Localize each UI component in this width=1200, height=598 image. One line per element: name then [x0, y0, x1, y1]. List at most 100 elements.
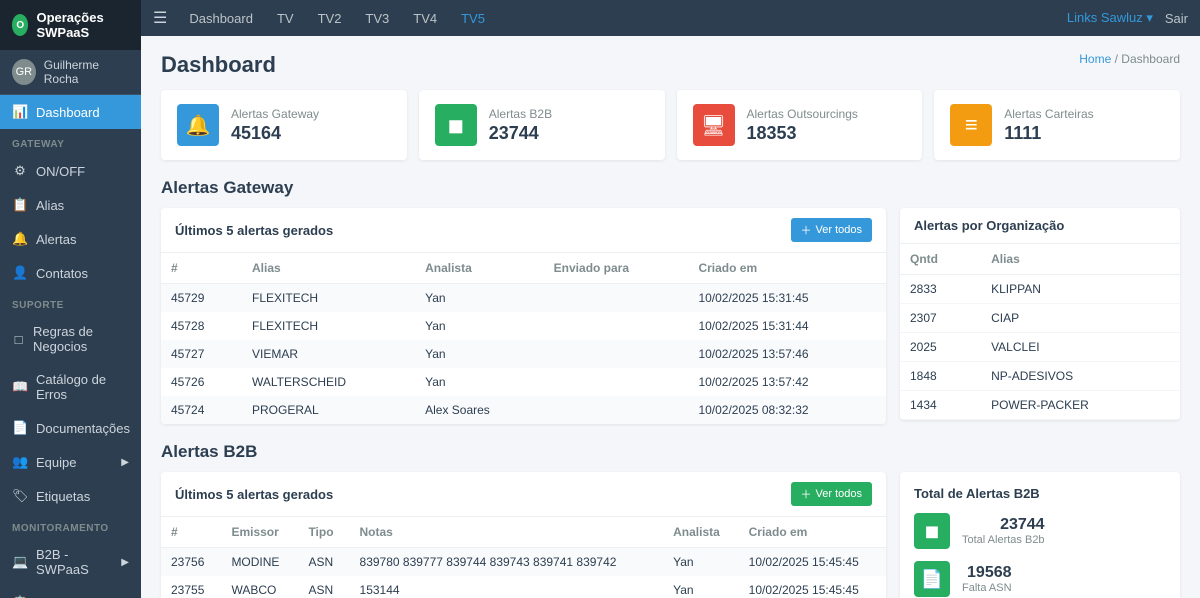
gateway-table-title: Últimos 5 alertas gerados [175, 223, 333, 238]
cell-alias: WALTERSCHEID [242, 368, 415, 396]
list-item: 1434 POWER-PACKER [900, 391, 1180, 420]
sidebar-item-regras[interactable]: □ Regras de Negocios [0, 315, 141, 363]
main-content: ☰ Dashboard TV TV2 TV3 TV4 TV5 Links Saw… [141, 0, 1200, 598]
stat-value-gateway: 45164 [231, 123, 319, 144]
org-alias: POWER-PACKER [981, 391, 1180, 420]
cell-id: 45727 [161, 340, 242, 368]
stat-label-carteiras: Alertas Carteiras [1004, 107, 1093, 121]
b2b-arrow-icon: ▶ [121, 557, 129, 568]
avatar: GR [12, 59, 36, 85]
sidebar-item-b2b[interactable]: 💻 B2B - SWPaaS ▶ [0, 538, 141, 586]
cell-b2b-id: 23755 [161, 576, 221, 598]
sidebar-item-carteiras[interactable]: 📋 Carteiras [0, 586, 141, 598]
cell-b2b-analista: Yan [663, 576, 739, 598]
b2b-icon: 💻 [12, 554, 28, 570]
stat-icon-gateway: 🔔 [177, 104, 219, 146]
sidebar-item-dashboard[interactable]: 📊 Dashboard [0, 95, 141, 129]
sidebar-item-onoff[interactable]: ⚙ ON/OFF [0, 154, 141, 188]
org-col-alias: Alias [981, 244, 1180, 275]
org-alias: VALCLEI [981, 333, 1180, 362]
cell-enviado [544, 396, 689, 424]
b2b-card-header: Últimos 5 alertas gerados ＋ Ver todos [161, 472, 886, 517]
org-title: Alertas por Organização [914, 218, 1064, 233]
b2b-total-title: Total de Alertas B2B [914, 486, 1166, 501]
org-col-qntd: Qntd [900, 244, 981, 275]
topnav-tv4[interactable]: TV4 [403, 5, 447, 32]
b2b-col-notas: Notas [350, 517, 664, 548]
stat-icon-carteiras: ≡ [950, 104, 992, 146]
user-name: Guilherme Rocha [44, 58, 129, 86]
sidebar: O Operações SWPaaS GR Guilherme Rocha 📊 … [0, 0, 141, 598]
cell-id: 45728 [161, 312, 242, 340]
cell-alias: FLEXITECH [242, 312, 415, 340]
cell-enviado [544, 284, 689, 313]
contatos-icon: 👤 [12, 265, 28, 281]
topnav-tv5[interactable]: TV5 [451, 5, 495, 32]
plus-icon-b2b: ＋ [801, 486, 812, 502]
cell-b2b-id: 23756 [161, 548, 221, 577]
gateway-section-title: Alertas Gateway [161, 178, 1180, 198]
cell-criado: 10/02/2025 13:57:42 [688, 368, 886, 396]
stat-label-outsourcings: Alertas Outsourcings [747, 107, 858, 121]
sidebar-item-contatos[interactable]: 👤 Contatos [0, 256, 141, 290]
b2b-stat-row-falta: 📄 19568 Falta ASN [914, 561, 1166, 597]
b2b-col-id: # [161, 517, 221, 548]
app-name: Operações SWPaaS [36, 10, 129, 40]
b2b-ver-todos-label: Ver todos [816, 488, 862, 500]
topnav-tv3[interactable]: TV3 [355, 5, 399, 32]
links-sawluz-link[interactable]: Links Sawluz ▾ [1067, 10, 1153, 25]
sidebar-item-etiquetas[interactable]: 🏷 Etiquetas [0, 479, 141, 513]
stat-info-outsourcings: Alertas Outsourcings 18353 [747, 107, 858, 144]
cell-criado: 10/02/2025 13:57:46 [688, 340, 886, 368]
alertas-icon: 🔔 [12, 231, 28, 247]
gateway-alerts-card: Últimos 5 alertas gerados ＋ Ver todos # … [161, 208, 886, 424]
topnav-tv[interactable]: TV [267, 5, 304, 32]
org-qntd: 2833 [900, 275, 981, 304]
hamburger-icon[interactable]: ☰ [153, 8, 167, 28]
app-logo: O [12, 14, 28, 36]
sidebar-item-alias[interactable]: 📋 Alias [0, 188, 141, 222]
org-alias: KLIPPAN [981, 275, 1180, 304]
org-card: Alertas por Organização Qntd Alias 2833 … [900, 208, 1180, 420]
breadcrumb-row: Dashboard Home / Dashboard [161, 52, 1180, 78]
cell-analista: Alex Soares [415, 396, 544, 424]
sidebar-item-documentacoes[interactable]: 📄 Documentações [0, 411, 141, 445]
b2b-section-title: Alertas B2B [161, 442, 1180, 462]
table-row: 23756 MODINE ASN 839780 839777 839744 83… [161, 548, 886, 577]
breadcrumb: Home / Dashboard [1079, 52, 1180, 66]
cell-b2b-emissor: MODINE [221, 548, 298, 577]
table-row: 23755 WABCO ASN 153144 Yan 10/02/2025 15… [161, 576, 886, 598]
sidebar-item-equipe[interactable]: 👥 Equipe ▶ [0, 445, 141, 479]
gateway-section-label: GATEWAY [0, 129, 141, 154]
b2b-total-card: Total de Alertas B2B ◼ 23744 Total Alert… [900, 472, 1180, 598]
cell-analista: Yan [415, 312, 544, 340]
gateway-ver-todos-label: Ver todos [816, 224, 862, 236]
alias-icon: 📋 [12, 197, 28, 213]
sair-button[interactable]: Sair [1165, 11, 1188, 26]
b2b-total-label: Total Alertas B2b [962, 534, 1045, 546]
topnav-dashboard[interactable]: Dashboard [179, 5, 263, 32]
gateway-ver-todos-button[interactable]: ＋ Ver todos [791, 218, 872, 242]
page-title: Dashboard [161, 52, 276, 78]
dashboard-icon: 📊 [12, 104, 28, 120]
cell-analista: Yan [415, 368, 544, 396]
equipe-arrow-icon: ▶ [121, 457, 129, 468]
b2b-ver-todos-button[interactable]: ＋ Ver todos [791, 482, 872, 506]
topnav-tv2[interactable]: TV2 [308, 5, 352, 32]
breadcrumb-current: Dashboard [1121, 52, 1180, 66]
sidebar-item-alertas[interactable]: 🔔 Alertas [0, 222, 141, 256]
stat-info-b2b: Alertas B2B 23744 [489, 107, 552, 144]
sidebar-item-catalogo[interactable]: 📖 Catálogo de Erros [0, 363, 141, 411]
org-alias: NP-ADESIVOS [981, 362, 1180, 391]
stat-value-b2b: 23744 [489, 123, 552, 144]
cell-enviado [544, 340, 689, 368]
b2b-table: # Emissor Tipo Notas Analista Criado em … [161, 517, 886, 598]
cell-b2b-emissor: WABCO [221, 576, 298, 598]
stat-label-gateway: Alertas Gateway [231, 107, 319, 121]
list-item: 2833 KLIPPAN [900, 275, 1180, 304]
table-row: 45729 FLEXITECH Yan 10/02/2025 15:31:45 [161, 284, 886, 313]
stat-card-outsourcings: 🖥 Alertas Outsourcings 18353 [677, 90, 923, 160]
breadcrumb-home[interactable]: Home [1079, 52, 1111, 66]
table-row: 45724 PROGERAL Alex Soares 10/02/2025 08… [161, 396, 886, 424]
b2b-falta-value: 19568 [962, 564, 1012, 582]
